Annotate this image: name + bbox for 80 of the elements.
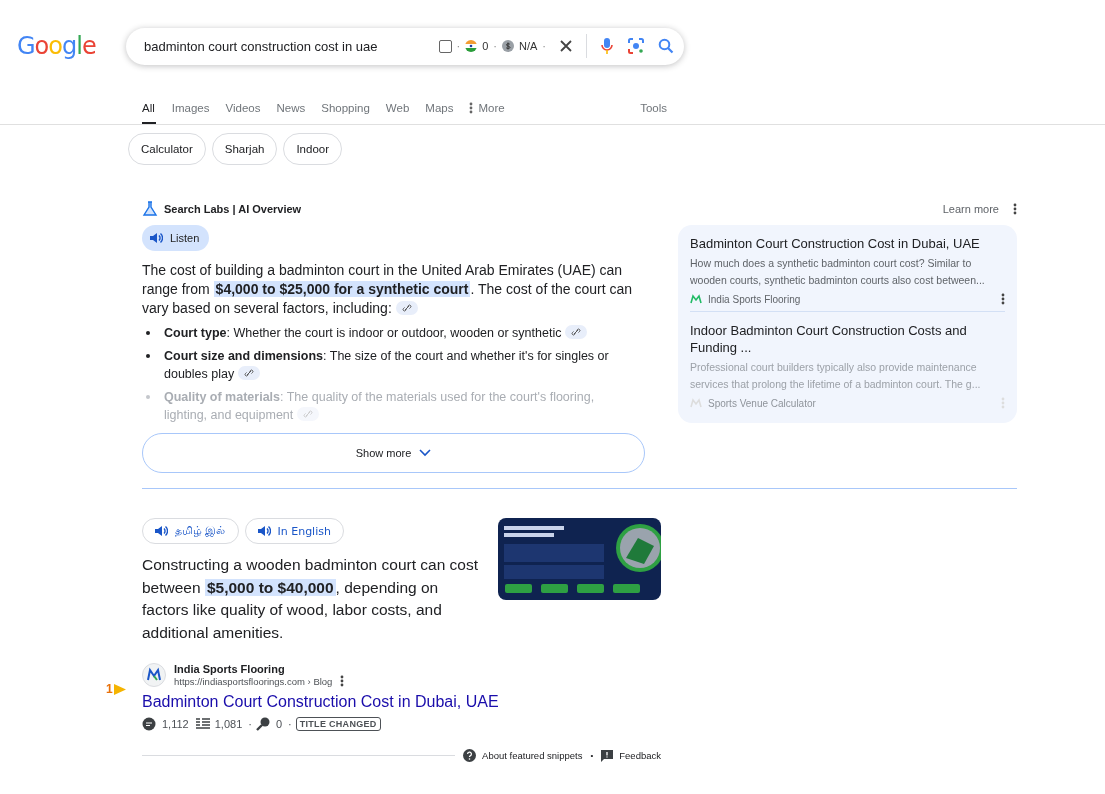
listen-button[interactable]: Listen xyxy=(142,225,210,251)
link-icon[interactable] xyxy=(395,301,418,315)
dot-separator: · xyxy=(288,718,292,730)
filter-chip[interactable]: Calculator xyxy=(128,133,206,165)
camera-lens-icon[interactable] xyxy=(627,37,645,55)
site-url: https://indiasportsfloorings.com › Blog xyxy=(174,675,333,687)
microphone-icon[interactable] xyxy=(600,37,614,55)
site-logo-icon xyxy=(690,294,702,304)
paragraph: Constructing a wooden badminton court can cost between $5,000 to $40,000, depending on factors like quality of wood, labor costs, and additional amenities. xyxy=(142,555,480,643)
dot-separator: · xyxy=(542,40,546,52)
bullet-dot xyxy=(146,331,150,335)
dot-separator: · xyxy=(456,40,461,52)
comment-icon xyxy=(142,717,158,731)
search-icon[interactable] xyxy=(658,38,674,54)
search-tab[interactable]: Web xyxy=(385,102,410,124)
bullet-dot xyxy=(146,354,150,358)
chevron-down-icon xyxy=(419,449,432,457)
close-icon[interactable] xyxy=(559,39,573,53)
source-name: Sports Venue Calculator xyxy=(708,397,816,409)
bullet-text: Court type: Whether the court is indoor or outdoor, wooden or synthetic xyxy=(164,324,587,342)
result-title-link[interactable]: Badminton Court Construction Cost in Dubai, UAE xyxy=(142,693,1105,711)
speaker-icon xyxy=(255,524,271,538)
flag-icon xyxy=(465,40,478,52)
search-tab[interactable]: Videos xyxy=(225,102,261,124)
price-value: N/A xyxy=(519,40,538,52)
rank-number: 1 xyxy=(106,682,113,696)
dollar-coin-icon xyxy=(502,40,514,52)
flag-count: 0 xyxy=(482,40,489,52)
dot-separator: · xyxy=(493,40,497,52)
speaker-icon xyxy=(148,231,163,245)
section-title: Search Labs | AI Overview xyxy=(164,203,302,215)
checkbox[interactable] xyxy=(438,39,452,53)
bullet-text: Court size and dimensions: The size of the court and whether it's for singles or doubles play xyxy=(164,348,610,383)
search-tab[interactable]: Shopping xyxy=(321,102,370,124)
source-snippet: How much does a synthetic badminton court cost? Similar to wooden courts, synthetic badminton courts also cost between... xyxy=(690,256,986,288)
key-icon xyxy=(255,717,272,731)
google-logo[interactable]: Google xyxy=(17,32,126,60)
link-icon[interactable] xyxy=(564,325,587,339)
search-tab[interactable]: Images xyxy=(171,102,210,124)
bullet-text: Quality of materials: The quality of the materials used for the court's flooring, lighting, and equipment xyxy=(164,389,596,424)
source-name: India Sports Flooring xyxy=(708,293,801,305)
feedback-link[interactable]: Feedback xyxy=(601,749,661,762)
dot-separator: · xyxy=(248,718,252,730)
stat-value: 1,081 xyxy=(214,718,243,730)
learn-more-link[interactable]: Learn more xyxy=(942,203,999,215)
feedback-icon xyxy=(601,749,614,762)
triangle-pointer-icon xyxy=(113,683,126,695)
link-icon[interactable] xyxy=(237,366,260,380)
more-vertical-icon[interactable] xyxy=(1001,293,1005,305)
paragraph: The cost of building a badminton court in the United Arab Emirates (UAE) can range from $4,000 to $25,000 for a synthetic court. The cost of the court can vary based on several factors, including: xyxy=(142,261,634,318)
search-tab[interactable]: News xyxy=(276,102,306,124)
site-favicon-icon[interactable] xyxy=(142,663,166,687)
more-vertical-icon[interactable] xyxy=(340,675,345,687)
more-vertical-icon[interactable] xyxy=(1013,203,1017,215)
list-icon xyxy=(194,717,211,731)
filter-chip[interactable]: Indoor xyxy=(283,133,343,165)
title-changed-tag: TITLE CHANGED xyxy=(295,717,381,731)
help-icon xyxy=(463,749,477,762)
bullet-dot xyxy=(146,395,150,399)
flask-icon xyxy=(142,201,158,217)
language-button[interactable]: In English xyxy=(244,518,344,544)
stat-value: 1,112 xyxy=(162,718,189,730)
search-field[interactable]: badminton court construction cost in uae xyxy=(142,37,434,55)
site-name: India Sports Flooring xyxy=(174,663,286,675)
source-snippet: Professional court builders typically also provide maintenance services that prolong the lifetime of a badminton court. The g... xyxy=(690,360,982,392)
dot-separator: • xyxy=(590,751,594,760)
stat-value: 0 xyxy=(275,718,283,730)
about-link[interactable]: About featured snippets xyxy=(463,749,583,762)
filter-chip[interactable]: Sharjah xyxy=(211,133,278,165)
search-tab[interactable]: Maps xyxy=(425,102,454,124)
search-tab[interactable]: All xyxy=(142,102,156,124)
source-title-link[interactable]: Indoor Badminton Court Construction Costs and Funding ... xyxy=(690,322,1005,356)
speaker-icon xyxy=(153,524,168,538)
language-button[interactable]: தமிழ் இல் xyxy=(142,518,239,544)
source-title-link[interactable]: Badminton Court Construction Cost in Dubai, UAE xyxy=(690,235,1005,252)
search-tab[interactable]: More xyxy=(469,102,505,124)
show-more-button[interactable]: Show more xyxy=(142,433,645,473)
site-logo-icon xyxy=(690,398,702,408)
tools-tab[interactable]: Tools xyxy=(640,102,667,124)
more-vertical-icon xyxy=(469,102,474,114)
